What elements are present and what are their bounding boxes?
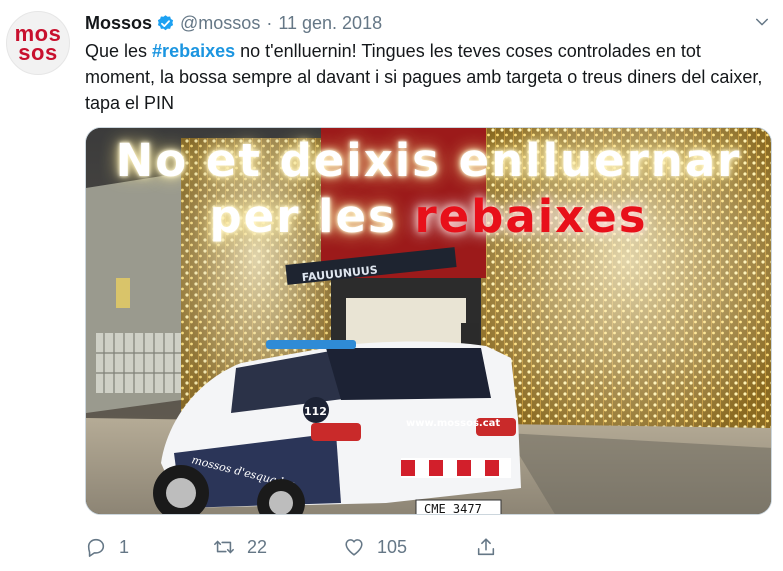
car-website: www.mossos.cat xyxy=(406,418,500,429)
avatar[interactable]: mos sos xyxy=(6,11,70,75)
reply-button[interactable]: 1 xyxy=(85,533,129,561)
share-button[interactable] xyxy=(475,533,497,561)
author-handle[interactable]: @mossos xyxy=(180,13,260,34)
license-plate: CME 3477 xyxy=(424,502,482,515)
chevron-down-icon[interactable] xyxy=(753,13,771,31)
car-number: 112 xyxy=(304,405,327,418)
tweet-text-before: Que les xyxy=(85,41,153,61)
media-caption-prefix: per les xyxy=(209,190,415,243)
reply-icon xyxy=(87,538,105,557)
retweet-button[interactable]: 22 xyxy=(213,533,267,561)
share-icon xyxy=(477,538,495,556)
media-caption-line1: No et deixis enlluernar xyxy=(115,134,742,187)
tweet-header: Mossos @mossos · 11 gen. 2018 xyxy=(85,11,382,35)
hashtag-link[interactable]: #rebaixes xyxy=(152,41,235,61)
tweet-text: Que les #rebaixes no t'enlluernin! Tingu… xyxy=(85,38,775,116)
media-caption-line2: per les rebaixes xyxy=(86,190,771,243)
retweet-icon xyxy=(214,540,234,554)
like-count: 105 xyxy=(377,536,408,557)
tweet-media-image[interactable]: FAUUUNUUS 112 www.mossos.cat mossos d'es… xyxy=(85,127,772,515)
avatar-text-bottom: sos xyxy=(18,40,58,65)
author-name[interactable]: Mossos xyxy=(85,13,152,34)
retweet-count: 22 xyxy=(247,536,268,557)
tweet-date[interactable]: 11 gen. 2018 xyxy=(278,13,382,34)
media-caption-highlight: rebaixes xyxy=(414,190,648,243)
reply-count: 1 xyxy=(119,536,130,557)
like-button[interactable]: 105 xyxy=(343,533,407,561)
verified-badge-icon xyxy=(157,14,174,30)
heart-icon xyxy=(345,539,363,556)
tweet-actions: 1 22 105 xyxy=(85,533,505,561)
header-separator: · xyxy=(266,12,273,33)
